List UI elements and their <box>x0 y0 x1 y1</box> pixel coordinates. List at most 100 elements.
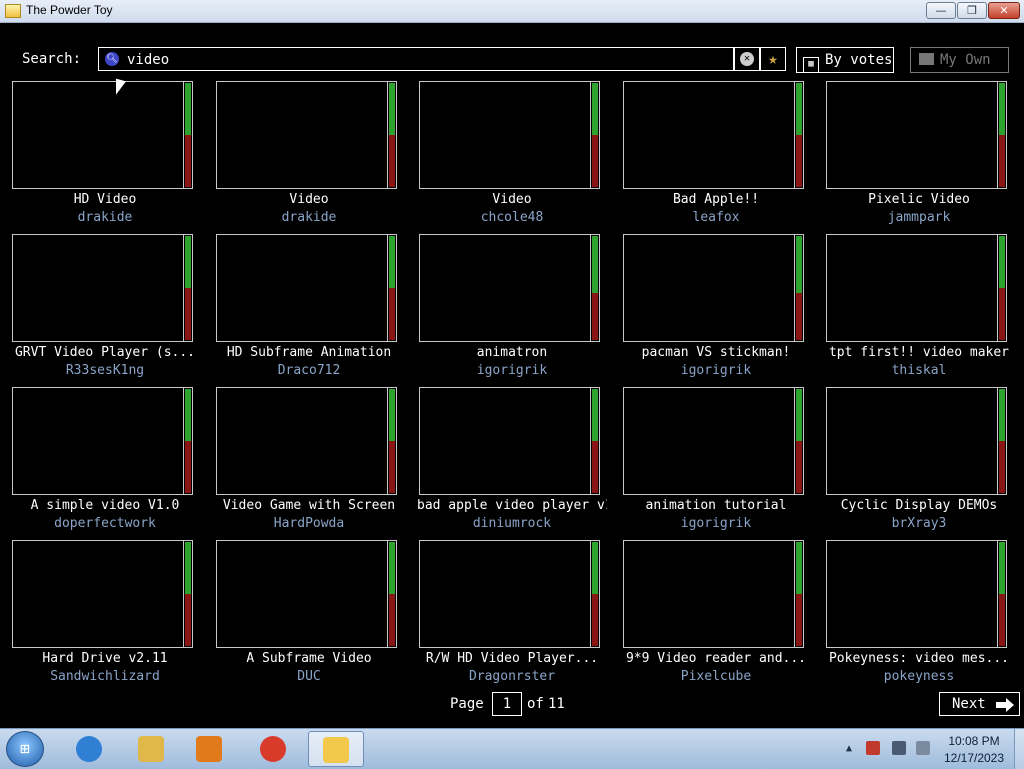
save-title[interactable]: Hard Drive v2.11 <box>10 651 200 666</box>
save-thumbnail[interactable] <box>623 540 804 648</box>
save-card[interactable]: Pokeyness: video mes... pokeyness <box>824 540 1014 690</box>
save-title[interactable]: animation tutorial <box>621 498 811 513</box>
window-titlebar[interactable]: The Powder Toy — ❐ ✕ <box>0 0 1024 23</box>
my-own-button[interactable]: My Own <box>910 47 1009 73</box>
save-author[interactable]: drakide <box>214 210 404 225</box>
save-card[interactable]: 9*9 Video reader and... Pixelcube <box>621 540 811 690</box>
save-thumbnail[interactable] <box>12 387 193 495</box>
save-card[interactable]: Cyclic Display DEMOs brXray3 <box>824 387 1014 537</box>
minimize-button[interactable]: — <box>926 2 956 19</box>
save-title[interactable]: animatron <box>417 345 607 360</box>
save-thumbnail[interactable] <box>419 81 600 189</box>
windows-start-icon[interactable]: ⊞ <box>6 731 44 767</box>
save-card[interactable]: R/W HD Video Player... Dragonrster <box>417 540 607 690</box>
save-thumbnail[interactable] <box>419 234 600 342</box>
save-title[interactable]: A simple video V1.0 <box>10 498 200 513</box>
save-card[interactable]: animation tutorial igorigrik <box>621 387 811 537</box>
save-thumbnail[interactable] <box>826 387 1007 495</box>
restore-button[interactable]: ❐ <box>957 2 987 19</box>
save-card[interactable]: pacman VS stickman! igorigrik <box>621 234 811 384</box>
save-thumbnail[interactable] <box>216 234 397 342</box>
save-card[interactable]: bad apple video player v1 diniumrock <box>417 387 607 537</box>
save-author[interactable]: igorigrik <box>621 516 811 531</box>
save-card[interactable]: A simple video V1.0 doperfectwork <box>10 387 200 537</box>
save-title[interactable]: HD Subframe Animation <box>214 345 404 360</box>
save-thumbnail[interactable] <box>216 81 397 189</box>
network-icon[interactable] <box>892 741 906 755</box>
save-card[interactable]: GRVT Video Player (s... R33sesK1ng <box>10 234 200 384</box>
save-thumbnail[interactable] <box>216 540 397 648</box>
save-title[interactable]: GRVT Video Player (s... <box>10 345 200 360</box>
save-author[interactable]: pokeyness <box>824 669 1014 684</box>
save-author[interactable]: leafox <box>621 210 811 225</box>
show-desktop-button[interactable] <box>1014 729 1024 769</box>
save-thumbnail[interactable] <box>12 81 193 189</box>
save-title[interactable]: Cyclic Display DEMOs <box>824 498 1014 513</box>
save-author[interactable]: igorigrik <box>417 363 607 378</box>
save-thumbnail[interactable] <box>623 81 804 189</box>
save-title[interactable]: Video <box>417 192 607 207</box>
save-thumbnail[interactable] <box>623 234 804 342</box>
save-author[interactable]: Dragonrster <box>417 669 607 684</box>
taskbar-app[interactable] <box>182 731 238 767</box>
save-title[interactable]: Pokeyness: video mes... <box>824 651 1014 666</box>
save-card[interactable]: HD Video drakide <box>10 81 200 231</box>
save-author[interactable]: diniumrock <box>417 516 607 531</box>
taskbar-app[interactable] <box>124 731 180 767</box>
save-card[interactable]: Hard Drive v2.11 Sandwichlizard <box>10 540 200 690</box>
next-page-button[interactable]: Next <box>939 692 1020 716</box>
close-button[interactable]: ✕ <box>988 2 1020 19</box>
taskbar-app[interactable] <box>308 731 364 767</box>
save-title[interactable]: tpt first!! video maker <box>824 345 1014 360</box>
save-author[interactable]: drakide <box>10 210 200 225</box>
favorite-button[interactable]: ★ <box>760 47 786 71</box>
flag-icon[interactable] <box>866 741 880 755</box>
save-title[interactable]: Video Game with Screen <box>214 498 404 513</box>
save-card[interactable]: Video drakide <box>214 81 404 231</box>
volume-muted-icon[interactable] <box>916 741 930 755</box>
save-author[interactable]: HardPowda <box>214 516 404 531</box>
save-title[interactable]: A Subframe Video <box>214 651 404 666</box>
save-card[interactable]: Video chcole48 <box>417 81 607 231</box>
save-card[interactable]: Bad Apple!! leafox <box>621 81 811 231</box>
clear-search-button[interactable]: ✕ <box>734 47 760 71</box>
save-card[interactable]: A Subframe Video DUC <box>214 540 404 690</box>
save-card[interactable]: Video Game with Screen HardPowda <box>214 387 404 537</box>
taskbar-app[interactable] <box>246 731 302 767</box>
save-author[interactable]: Sandwichlizard <box>10 669 200 684</box>
save-author[interactable]: DUC <box>214 669 404 684</box>
save-author[interactable]: igorigrik <box>621 363 811 378</box>
save-title[interactable]: Pixelic Video <box>824 192 1014 207</box>
save-title[interactable]: pacman VS stickman! <box>621 345 811 360</box>
save-author[interactable]: R33sesK1ng <box>10 363 200 378</box>
save-thumbnail[interactable] <box>826 81 1007 189</box>
save-thumbnail[interactable] <box>419 540 600 648</box>
save-author[interactable]: brXray3 <box>824 516 1014 531</box>
sort-by-votes-button[interactable]: ▦ By votes <box>796 47 894 73</box>
save-thumbnail[interactable] <box>12 540 193 648</box>
save-title[interactable]: HD Video <box>10 192 200 207</box>
save-title[interactable]: Video <box>214 192 404 207</box>
save-title[interactable]: 9*9 Video reader and... <box>621 651 811 666</box>
save-thumbnail[interactable] <box>216 387 397 495</box>
page-number-input[interactable]: 1 <box>492 692 522 716</box>
save-author[interactable]: chcole48 <box>417 210 607 225</box>
taskbar-app[interactable] <box>62 731 118 767</box>
clock[interactable]: 10:08 PM 12/17/2023 <box>940 733 1008 767</box>
save-title[interactable]: Bad Apple!! <box>621 192 811 207</box>
save-card[interactable]: tpt first!! video maker thiskal <box>824 234 1014 384</box>
save-author[interactable]: Pixelcube <box>621 669 811 684</box>
save-author[interactable]: jammpark <box>824 210 1014 225</box>
save-card[interactable]: HD Subframe Animation Draco712 <box>214 234 404 384</box>
save-thumbnail[interactable] <box>623 387 804 495</box>
save-card[interactable]: Pixelic Video jammpark <box>824 81 1014 231</box>
save-author[interactable]: doperfectwork <box>10 516 200 531</box>
search-input[interactable] <box>127 51 717 69</box>
save-thumbnail[interactable] <box>12 234 193 342</box>
save-title[interactable]: R/W HD Video Player... <box>417 651 607 666</box>
tray-expand-icon[interactable]: ▲ <box>846 743 852 754</box>
save-title[interactable]: bad apple video player v1 <box>417 498 607 513</box>
save-thumbnail[interactable] <box>826 540 1007 648</box>
save-author[interactable]: Draco712 <box>214 363 404 378</box>
search-box[interactable]: 🔍︎ <box>98 47 734 71</box>
